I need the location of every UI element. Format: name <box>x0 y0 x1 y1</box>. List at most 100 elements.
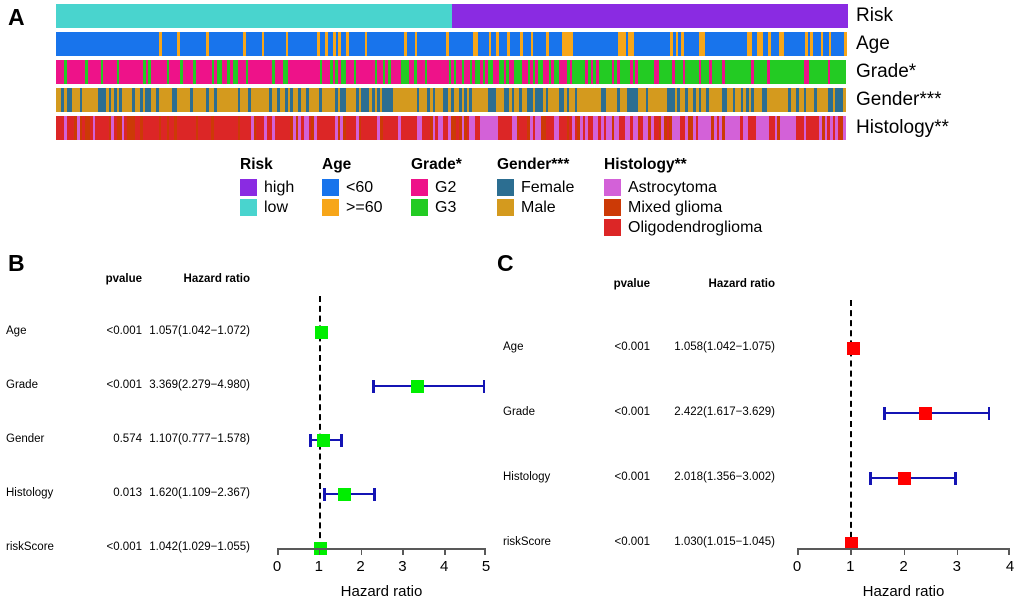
hazard-ratio-marker <box>919 406 933 420</box>
legend-item: G3 <box>411 199 462 217</box>
legend-item-label: Male <box>521 199 556 217</box>
legend-group-histology: Histology** Astrocytoma Mixed glioma Oligod… <box>604 156 762 239</box>
row-pvalue: <0.001 <box>614 406 651 418</box>
confidence-interval-cap <box>954 471 957 485</box>
row-hazard-ratio-text: 1.030(1.015−1.045) <box>674 536 775 548</box>
hazard-ratio-marker <box>338 487 352 501</box>
panel-letter-b: B <box>8 250 25 276</box>
hazard-ratio-marker <box>314 325 328 339</box>
x-axis-tick-label: 4 <box>440 558 449 575</box>
row-hazard-ratio-text: 1.620(1.109−2.367) <box>149 487 250 499</box>
legend-item-label: G2 <box>435 179 457 197</box>
legend-item-label: <60 <box>346 179 374 197</box>
x-axis-title: Hazard ratio <box>862 583 945 600</box>
hazard-ratio-marker <box>846 341 860 355</box>
legend-swatch-icon <box>322 199 339 217</box>
hazard-ratio-marker <box>411 379 425 393</box>
confidence-interval-cap <box>883 406 886 420</box>
legend-title: Gender*** <box>497 156 570 173</box>
row-pvalue: <0.001 <box>614 471 651 483</box>
legend-item: >=60 <box>322 199 383 217</box>
heatmap-row-gender <box>56 88 848 112</box>
confidence-interval-cap <box>340 433 343 447</box>
legend-item: Female <box>497 179 575 197</box>
panel-letter-a: A <box>8 4 25 30</box>
legend-swatch-icon <box>411 179 428 197</box>
legend-item-label: high <box>264 179 295 197</box>
legend-group-grade: Grade* G2 G3 <box>411 156 462 219</box>
legend-item-label: Female <box>521 179 575 197</box>
confidence-interval-bar <box>883 411 991 415</box>
legend-item: G2 <box>411 179 462 197</box>
heatmap-label-age: Age <box>856 33 890 54</box>
row-variable-label: Age <box>6 325 27 337</box>
x-axis-tick-label: 3 <box>952 558 961 575</box>
confidence-interval-cap <box>372 379 375 393</box>
legend-group-risk: Risk high low <box>240 156 294 219</box>
legend-title: Age <box>322 156 352 173</box>
x-axis-tick <box>903 548 906 555</box>
row-pvalue: <0.001 <box>106 379 143 391</box>
legend-item-label: Astrocytoma <box>628 179 717 197</box>
row-pvalue: <0.001 <box>106 325 143 337</box>
row-pvalue: <0.001 <box>106 541 143 553</box>
row-hazard-ratio-text: 1.058(1.042−1.075) <box>674 341 775 353</box>
x-axis-tick <box>850 548 852 555</box>
x-axis-tick <box>402 548 404 555</box>
heatmap-row-age <box>56 32 848 56</box>
confidence-interval-cap <box>373 487 376 501</box>
heatmap-row-grade <box>56 60 848 84</box>
confidence-interval-cap <box>323 487 326 501</box>
row-variable-label: riskScore <box>503 536 551 548</box>
row-pvalue: <0.001 <box>614 341 651 353</box>
x-axis-tick <box>360 548 363 555</box>
row-hazard-ratio-text: 2.018(1.356−3.002) <box>674 471 775 483</box>
row-hazard-ratio-text: 3.369(2.279−4.980) <box>149 379 250 391</box>
legend-swatch-icon <box>497 179 514 197</box>
x-axis-tick-label: 0 <box>792 558 802 575</box>
legend-item-label: Mixed glioma <box>628 199 723 217</box>
column-header-pvalue: pvalue <box>105 273 142 285</box>
confidence-interval-cap <box>987 406 991 420</box>
x-axis-tick-label: 2 <box>356 558 365 575</box>
figure-root: A Risk Age Grade* Gender*** Histology** Risk… <box>0 0 1020 607</box>
row-pvalue: 0.574 <box>113 433 142 445</box>
x-axis-tick-label: 1 <box>846 558 855 575</box>
legend-title: Grade* <box>411 156 462 173</box>
confidence-interval-cap <box>869 471 872 485</box>
x-axis-line <box>277 548 486 550</box>
heatmap-row-histology <box>56 116 848 140</box>
legend-group-gender: Gender*** Female Male <box>497 156 574 219</box>
row-variable-label: Histology <box>503 471 551 483</box>
column-header-hazard-ratio: Hazard ratio <box>183 273 250 285</box>
legend-group-age: Age <60 >=60 <box>322 156 382 219</box>
row-variable-label: Grade <box>503 406 535 418</box>
x-axis-tick-label: 5 <box>481 558 491 575</box>
heatmap-label-gender: Gender*** <box>856 89 942 110</box>
confidence-interval-bar <box>869 476 957 480</box>
row-hazard-ratio-text: 1.042(1.029−1.055) <box>149 541 250 553</box>
row-variable-label: Grade <box>6 379 38 391</box>
x-axis-tick <box>1008 548 1010 555</box>
legend-item: Oligodendroglioma <box>604 219 763 237</box>
heatmap-label-grade: Grade* <box>856 61 917 82</box>
x-axis-tick-label: 4 <box>1005 558 1015 575</box>
legend-item: Mixed glioma <box>604 199 762 217</box>
row-variable-label: Gender <box>6 433 45 445</box>
legend-swatch-icon <box>497 199 514 217</box>
row-pvalue: <0.001 <box>614 536 651 548</box>
legend-swatch-icon <box>604 219 621 237</box>
x-axis-tick-label: 3 <box>398 558 407 575</box>
x-axis-tick <box>444 548 446 555</box>
row-pvalue: 0.013 <box>113 487 142 499</box>
panel-letter-c: C <box>497 250 514 276</box>
legend-swatch-icon <box>604 179 621 197</box>
legend-item-label: >=60 <box>346 199 383 217</box>
legend-swatch-icon <box>240 179 257 197</box>
legend-item: <60 <box>322 179 382 197</box>
legend-item-label: Oligodendroglioma <box>628 219 763 237</box>
x-axis-tick <box>277 548 279 555</box>
legend-swatch-icon <box>411 199 428 217</box>
column-header-pvalue: pvalue <box>613 278 650 290</box>
legend-swatch-icon <box>240 199 257 217</box>
